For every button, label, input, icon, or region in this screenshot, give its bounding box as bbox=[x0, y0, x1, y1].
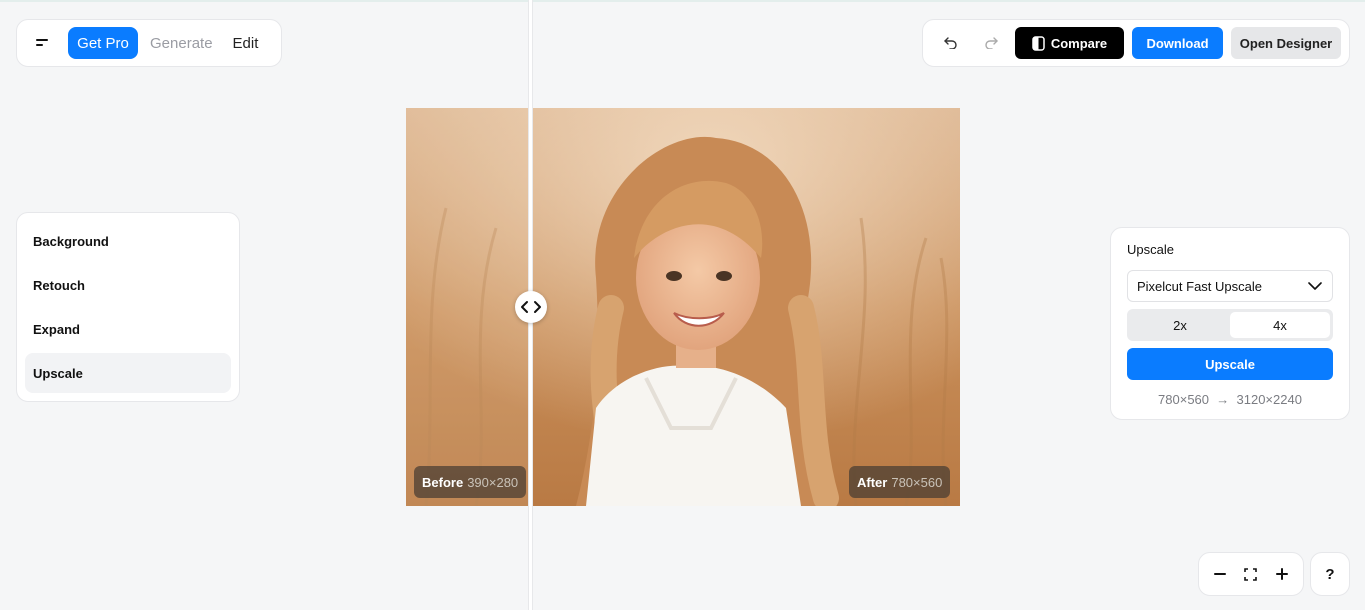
before-tag: Before 390×280 bbox=[414, 466, 527, 498]
zoom-out-button[interactable] bbox=[1206, 558, 1234, 590]
top-left-toolbar: Get Pro Generate Edit bbox=[16, 19, 282, 67]
model-select[interactable]: Pixelcut Fast Upscale bbox=[1127, 270, 1333, 302]
redo-icon bbox=[985, 37, 998, 49]
scale-toggle: 2x 4x bbox=[1127, 309, 1333, 341]
target-resolution: 3120×2240 bbox=[1236, 392, 1302, 407]
image-canvas bbox=[406, 108, 960, 506]
fit-screen-icon bbox=[1244, 567, 1258, 581]
tool-retouch[interactable]: Retouch bbox=[25, 265, 231, 305]
plus-icon bbox=[1275, 568, 1288, 580]
download-button[interactable]: Download bbox=[1132, 27, 1223, 59]
tool-background[interactable]: Background bbox=[25, 221, 231, 261]
model-select-value: Pixelcut Fast Upscale bbox=[1137, 278, 1262, 294]
compare-label: Compare bbox=[1050, 35, 1108, 51]
tool-expand[interactable]: Expand bbox=[25, 309, 231, 349]
before-side-overlay bbox=[406, 108, 529, 506]
before-dimensions: 390×280 bbox=[467, 474, 519, 490]
top-border bbox=[0, 0, 1365, 2]
help-button[interactable]: ? bbox=[1310, 552, 1350, 596]
nav-edit[interactable]: Edit bbox=[233, 35, 259, 52]
menu-button[interactable] bbox=[23, 27, 63, 59]
undo-button[interactable] bbox=[931, 27, 971, 59]
menu-icon bbox=[36, 39, 48, 46]
compare-button[interactable]: Compare bbox=[1015, 27, 1124, 59]
get-pro-button[interactable]: Get Pro bbox=[68, 27, 138, 59]
open-designer-button[interactable]: Open Designer bbox=[1231, 27, 1341, 59]
zoom-in-button[interactable] bbox=[1268, 558, 1296, 590]
source-resolution: 780×560 bbox=[1158, 392, 1210, 407]
compare-handle[interactable] bbox=[515, 291, 547, 323]
scale-option-4x[interactable]: 4x bbox=[1230, 312, 1330, 338]
minus-icon bbox=[1214, 573, 1227, 575]
upscale-panel-title: Upscale bbox=[1127, 242, 1174, 257]
nav-generate[interactable]: Generate bbox=[150, 35, 213, 52]
help-icon: ? bbox=[1325, 565, 1335, 583]
scale-option-2x[interactable]: 2x bbox=[1130, 312, 1230, 338]
tool-upscale[interactable]: Upscale bbox=[25, 353, 231, 393]
chevron-down-icon bbox=[1308, 282, 1322, 290]
resolution-summary: 780×560 → 3120×2240 bbox=[1127, 392, 1333, 407]
before-label: Before bbox=[422, 474, 464, 490]
after-dimensions: 780×560 bbox=[891, 474, 943, 490]
arrow-right-icon: → bbox=[1212, 392, 1233, 407]
redo-button[interactable] bbox=[971, 27, 1011, 59]
fit-screen-button[interactable] bbox=[1237, 558, 1265, 590]
upscale-panel: Upscale Pixelcut Fast Upscale 2x 4x Upsc… bbox=[1110, 227, 1350, 420]
upscale-button[interactable]: Upscale bbox=[1127, 348, 1333, 380]
chevrons-left-right-icon bbox=[521, 301, 541, 313]
after-tag: After 780×560 bbox=[849, 466, 951, 498]
compare-icon bbox=[1032, 35, 1045, 51]
tools-panel: Background Retouch Expand Upscale bbox=[16, 212, 240, 402]
top-right-toolbar: Compare Download Open Designer bbox=[922, 19, 1350, 67]
after-label: After bbox=[857, 474, 888, 490]
undo-icon bbox=[944, 37, 957, 49]
zoom-controls bbox=[1198, 552, 1304, 596]
